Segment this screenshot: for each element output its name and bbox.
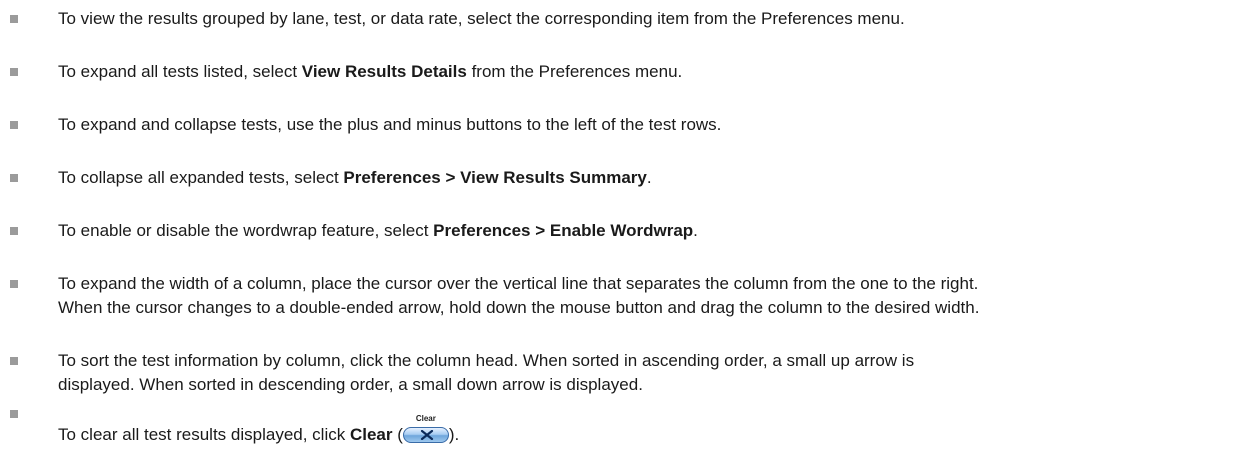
clear-button-pill	[402, 427, 449, 443]
list-item-text: To collapse all expanded tests, select P…	[58, 166, 1248, 190]
item-text-line: To expand the width of a column, place t…	[58, 274, 979, 293]
list-item-text: To expand the width of a column, place t…	[58, 272, 1248, 320]
x-icon	[420, 430, 433, 440]
menu-command: View Results Details	[301, 62, 467, 81]
bullet-icon	[10, 357, 18, 365]
instruction-list: To view the results grouped by lane, tes…	[0, 0, 1255, 453]
item-text-line: displayed. When sorted in descending ord…	[58, 375, 643, 394]
bullet-icon	[10, 410, 18, 418]
menu-command: Preferences > View Results Summary	[343, 168, 647, 187]
bullet-icon	[10, 121, 18, 129]
button-name: Clear	[349, 425, 393, 444]
list-item-text: To view the results grouped by lane, tes…	[58, 7, 1248, 31]
item-text: To expand all tests listed, select	[58, 62, 302, 81]
item-text: To view the results grouped by lane, tes…	[58, 9, 905, 28]
item-text: .	[646, 168, 652, 187]
item-text-line: To sort the test information by column, …	[58, 351, 915, 370]
item-text: To clear all test results displayed, cli…	[58, 425, 350, 444]
clear-button-label: Clear	[415, 414, 436, 423]
list-item-text: To expand and collapse tests, use the pl…	[58, 113, 1248, 137]
list-item-text: To enable or disable the wordwrap featur…	[58, 219, 1248, 243]
item-text: ).	[448, 425, 460, 444]
bullet-icon	[10, 68, 18, 76]
item-text: from the Preferences menu.	[466, 62, 683, 81]
list-item-text: To clear all test results displayed, cli…	[58, 414, 1248, 447]
item-text: To expand and collapse tests, use the pl…	[58, 115, 722, 134]
item-text: To collapse all expanded tests, select	[58, 168, 344, 187]
bullet-icon	[10, 280, 18, 288]
item-text: .	[693, 221, 698, 240]
item-text: To enable or disable the wordwrap featur…	[58, 221, 434, 240]
clear-button[interactable]: Clear	[402, 414, 449, 443]
bullet-icon	[10, 15, 18, 23]
bullet-icon	[10, 174, 18, 182]
list-item-text: To expand all tests listed, select View …	[58, 60, 1248, 84]
bullet-icon	[10, 227, 18, 235]
item-text-line: When the cursor changes to a double-ende…	[58, 298, 980, 317]
menu-command: Preferences > Enable Wordwrap	[433, 221, 694, 240]
item-text: (	[392, 425, 403, 444]
list-item-text: To sort the test information by column, …	[58, 349, 1248, 397]
